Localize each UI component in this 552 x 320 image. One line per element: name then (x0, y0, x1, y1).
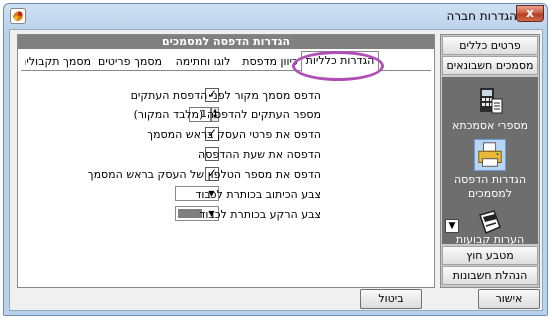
settings-navigation: פרטים כללים מסמכים חשבונאים מספרי אסמכתא (440, 34, 540, 288)
nav-header-general[interactable]: פרטים כללים (442, 36, 538, 55)
option-bg-color-row: ▼ צבע הרקע בכותרת לכבוד (18, 206, 434, 224)
tab-printer-orientation[interactable]: כיוון מדפסת (241, 53, 299, 71)
print-time-label: הדפסה את שעת ההדפסה (198, 148, 321, 161)
title-bar[interactable]: הגדרות חברה x (4, 4, 547, 28)
print-business-label: הדפס את פרטי העסק בראש המסמך (147, 128, 321, 141)
print-phone-label: הדפס את מספר הטלפון של העסק בראש המסמך (87, 168, 321, 181)
nav-tiles-area: מספרי אסמכתא הגדרות הדפסה למסמכים הערות … (442, 77, 538, 244)
bg-color-label: צבע הרקע בכותרת לכבוד (199, 208, 321, 221)
option-print-original-row: ✓ הדפס מסמך מקור לפני הדפסת העתקים (18, 87, 434, 105)
tab-logo-signature[interactable]: לוגו וחתימה (167, 53, 239, 71)
nav-header-accounting-docs[interactable]: מסמכים חשבונאים (442, 56, 538, 75)
option-text-color-row: ▼ צבע הכיתוב בכותרת לכבוד (18, 186, 434, 204)
close-button[interactable]: x (516, 5, 544, 22)
window-title: הגדרות חברה (446, 9, 517, 23)
option-print-phone-row: ✓ הדפס את מספר הטלפון של העסק בראש המסמך (18, 166, 434, 184)
tab-receipts-doc[interactable]: מסמך תקבולים (25, 53, 91, 71)
print-original-label: הדפס מסמך מקור לפני הדפסת העתקים (130, 89, 321, 102)
nav-tile-label: הערות קבועות (455, 233, 525, 244)
option-print-time-row: הדפסה את שעת ההדפסה (18, 146, 434, 164)
panel-title: הגדרות הדפסה למסמכים (18, 35, 434, 49)
ok-button[interactable]: אישור (478, 289, 540, 309)
print-settings-panel: הגדרות הדפסה למסמכים מסמך תקבולים מסמך פ… (17, 34, 435, 288)
option-print-business-row: ✓ הדפס את פרטי העסק בראש המסמך (18, 126, 434, 144)
company-settings-window: הגדרות חברה x פרטים כללים מסמכים חשבונאי… (3, 3, 548, 316)
printer-icon (474, 139, 506, 171)
text-color-label: צבע הכיתוב בכותרת לכבוד (195, 188, 321, 201)
tab-items-doc[interactable]: מסמך פריטים (95, 53, 165, 71)
nav-tile-label: הגדרות הדפסה למסמכים (453, 173, 527, 200)
app-logo-icon (10, 8, 26, 24)
close-icon: x (526, 6, 534, 20)
option-copies-row: 1 ▲ ▼ מספר העתקים להדפסה (מלבד המקור) (18, 106, 434, 124)
nav-header-bookkeeping[interactable]: הנהלת חשבונות (442, 266, 538, 285)
settings-tabs: מסמך תקבולים מסמך פריטים לוגו וחתימה כיו… (21, 51, 431, 72)
nav-scroll-down-button[interactable]: ▼ (445, 219, 459, 233)
chevron-down-icon: ▼ (448, 221, 456, 231)
nav-tile-print-settings[interactable]: הגדרות הדפסה למסמכים (442, 139, 538, 201)
calculator-icon (480, 88, 503, 114)
cancel-button[interactable]: ביטול (360, 289, 422, 309)
nav-tile-label: מספרי אסמכתא (451, 119, 528, 132)
nav-tile-document-numbers[interactable]: מספרי אסמכתא (442, 85, 538, 133)
copies-label: מספר העתקים להדפסה (מלבד המקור) (133, 108, 321, 121)
tab-general-settings[interactable]: הגדרות כלליות (301, 51, 379, 72)
dialog-body: פרטים כללים מסמכים חשבונאים מספרי אסמכתא (9, 29, 543, 311)
nav-header-foreign-currency[interactable]: מטבע חוץ (442, 246, 538, 265)
